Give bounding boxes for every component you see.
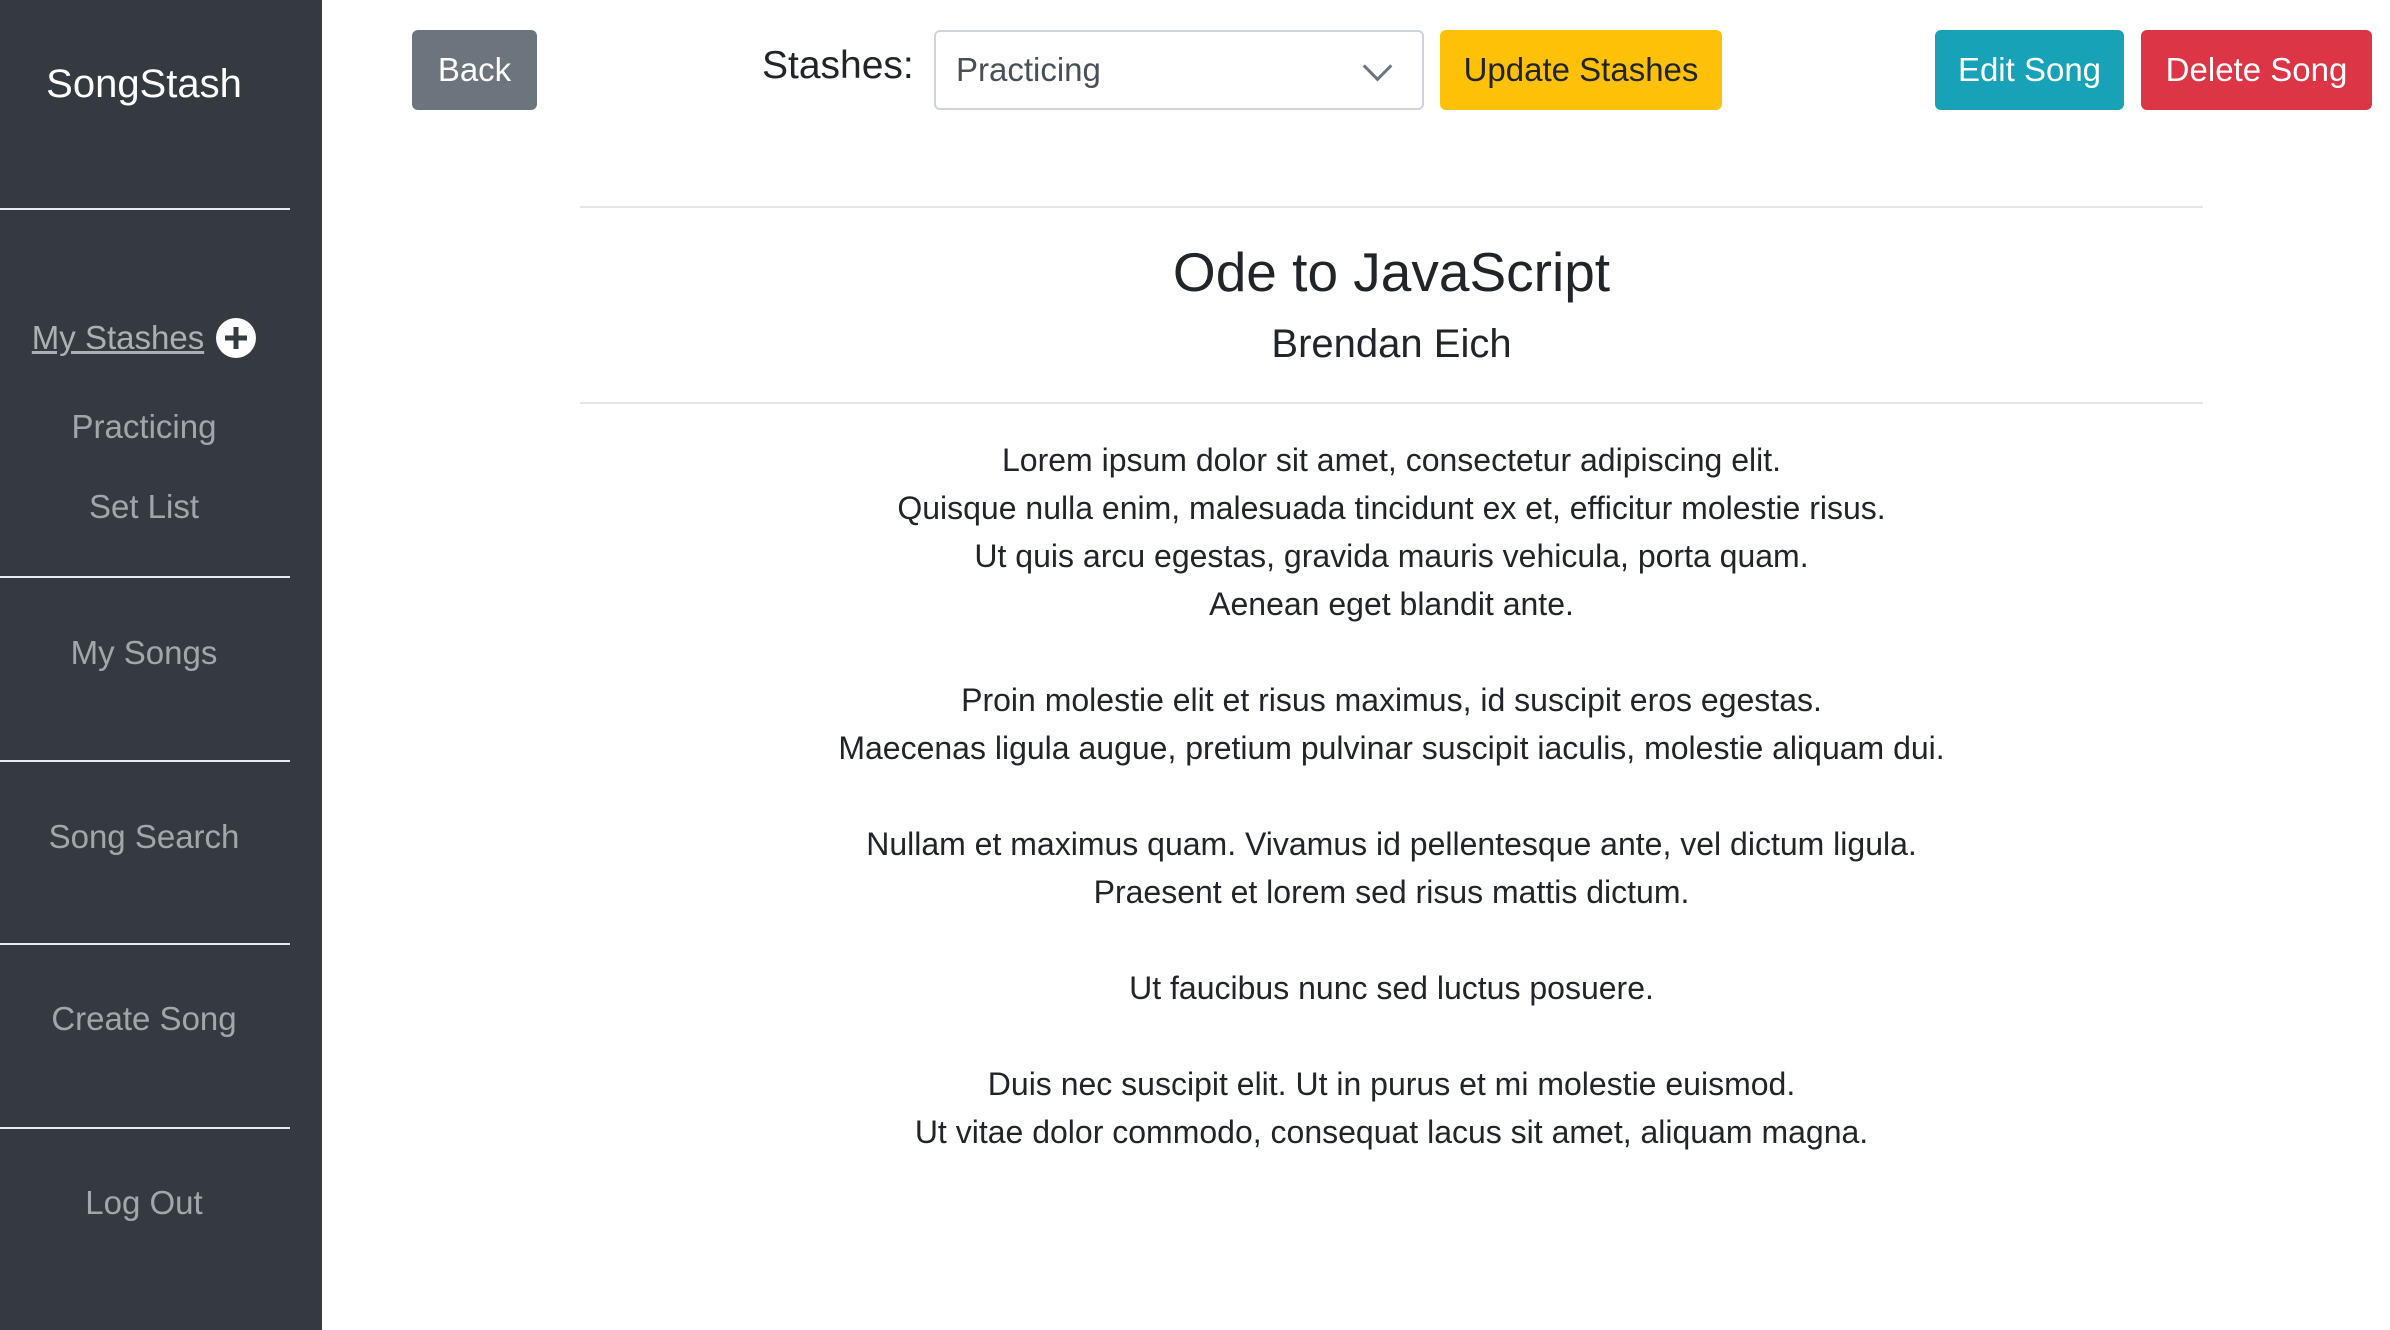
- chevron-down-icon: [1362, 51, 1393, 82]
- lyric-line: Ut quis arcu egestas, gravida mauris veh…: [974, 538, 1809, 574]
- sidebar-divider: [0, 943, 290, 945]
- divider-bottom: [580, 402, 2203, 404]
- lyrics: Lorem ipsum dolor sit amet, consectetur …: [580, 436, 2203, 1204]
- sidebar-divider: [0, 576, 290, 578]
- lyric-line: Praesent et lorem sed risus mattis dictu…: [1093, 874, 1690, 910]
- lyric-line: Ut faucibus nunc sed luctus posuere.: [1129, 970, 1654, 1006]
- stash-select-value: Practicing: [956, 51, 1101, 88]
- back-button[interactable]: Back: [412, 30, 537, 110]
- lyric-stanza: Nullam et maximus quam. Vivamus id pelle…: [580, 820, 2203, 916]
- brand-title: SongStash: [46, 62, 242, 106]
- plus-circle-icon[interactable]: [216, 318, 257, 358]
- lyric-stanza: Ut faucibus nunc sed luctus posuere.: [580, 964, 2203, 1012]
- lyric-line: Lorem ipsum dolor sit amet, consectetur …: [1001, 442, 1781, 478]
- lyric-line: Duis nec suscipit elit. Ut in purus et m…: [987, 1066, 1796, 1102]
- lyric-stanza: Proin molestie elit et risus maximus, id…: [580, 676, 2203, 772]
- sidebar-divider: [0, 208, 290, 210]
- edit-song-button[interactable]: Edit Song: [1935, 30, 2124, 110]
- my-stashes-header: My Stashes: [0, 318, 288, 358]
- lyric-stanza: Duis nec suscipit elit. Ut in purus et m…: [580, 1060, 2203, 1156]
- lyric-line: Maecenas ligula augue, pretium pulvinar …: [838, 730, 1945, 766]
- lyric-line: Quisque nulla enim, malesuada tincidunt …: [897, 490, 1886, 526]
- stashes-label: Stashes:: [762, 44, 914, 87]
- divider-top: [580, 206, 2203, 208]
- sidebar-item-log-out[interactable]: Log Out: [0, 1184, 288, 1222]
- sidebar-item-song-search[interactable]: Song Search: [0, 818, 288, 856]
- stash-select[interactable]: Practicing: [934, 30, 1424, 110]
- sidebar-item-set-list[interactable]: Set List: [0, 488, 288, 526]
- song-artist: Brendan Eich: [1271, 322, 1512, 366]
- sidebar-item-my-songs[interactable]: My Songs: [0, 634, 288, 672]
- lyric-line: Aenean eget blandit ante.: [1209, 586, 1574, 622]
- lyric-stanza: Lorem ipsum dolor sit amet, consectetur …: [580, 436, 2203, 628]
- sidebar: SongStash My Stashes Practicing Set List…: [0, 0, 322, 1330]
- sidebar-item-my-stashes[interactable]: My Stashes: [32, 319, 204, 357]
- lyric-line: Ut vitae dolor commodo, consequat lacus …: [914, 1114, 1869, 1150]
- delete-song-button[interactable]: Delete Song: [2141, 30, 2372, 110]
- sidebar-divider: [0, 760, 290, 762]
- sidebar-item-create-song[interactable]: Create Song: [0, 1000, 288, 1038]
- lyric-line: Nullam et maximus quam. Vivamus id pelle…: [866, 826, 1917, 862]
- sidebar-divider: [0, 1127, 290, 1129]
- lyric-line: Proin molestie elit et risus maximus, id…: [961, 682, 1822, 718]
- app: SongStash My Stashes Practicing Set List…: [0, 0, 2390, 1330]
- song-title: Ode to JavaScript: [1172, 241, 1611, 303]
- update-stashes-button[interactable]: Update Stashes: [1440, 30, 1722, 110]
- sidebar-item-practicing[interactable]: Practicing: [0, 408, 288, 446]
